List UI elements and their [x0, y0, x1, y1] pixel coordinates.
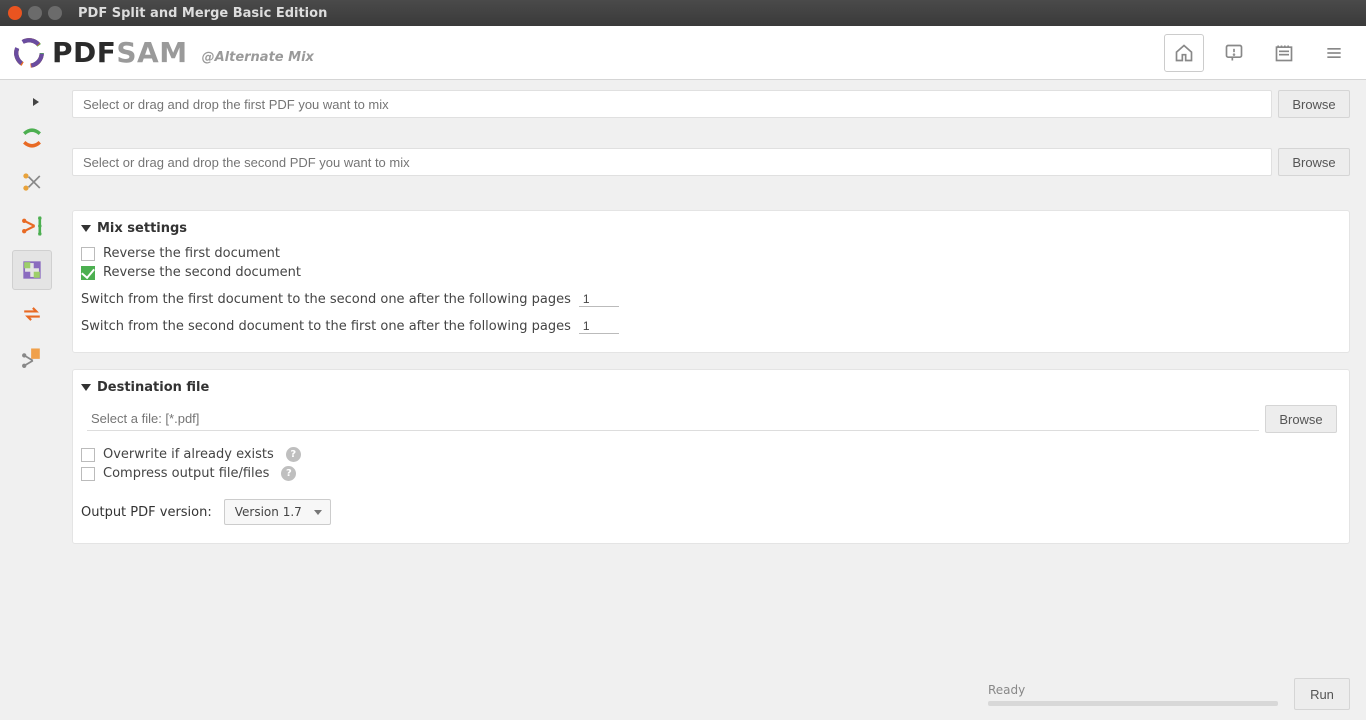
destination-browse-button[interactable]: Browse — [1265, 405, 1337, 433]
second-browse-button[interactable]: Browse — [1278, 148, 1350, 176]
window-title: PDF Split and Merge Basic Edition — [78, 6, 327, 21]
menu-button[interactable] — [1314, 34, 1354, 72]
destination-input[interactable] — [87, 407, 1259, 431]
window-maximize-icon[interactable] — [48, 6, 62, 20]
second-pdf-input[interactable] — [72, 148, 1272, 176]
reverse-first-label: Reverse the first document — [103, 246, 280, 261]
switch-first-label: Switch from the first document to the se… — [81, 292, 571, 307]
collapse-icon — [81, 384, 91, 391]
run-button[interactable]: Run — [1294, 678, 1350, 710]
app-logo: PDFSAM @Alternate Mix — [12, 36, 314, 70]
app-logo-text: PDFSAM — [52, 36, 188, 69]
tool-split[interactable] — [12, 162, 52, 202]
overwrite-label: Overwrite if already exists — [103, 447, 274, 462]
module-subtitle: @Alternate Mix — [202, 50, 314, 65]
destination-title: Destination file — [97, 380, 209, 395]
pdf-version-label: Output PDF version: — [81, 505, 212, 520]
switch-second-input[interactable] — [579, 319, 619, 334]
first-browse-button[interactable]: Browse — [1278, 90, 1350, 118]
status-text: Ready — [988, 683, 1025, 697]
mix-settings-title: Mix settings — [97, 221, 187, 236]
window-minimize-icon[interactable] — [28, 6, 42, 20]
pdf-version-select[interactable]: Version 1.7 — [224, 499, 331, 525]
compress-checkbox[interactable] — [81, 467, 95, 481]
second-file-row: Browse — [72, 148, 1350, 176]
tool-alternate-mix[interactable] — [12, 250, 52, 290]
mix-settings-header[interactable]: Mix settings — [81, 221, 1337, 236]
switch-first-input[interactable] — [579, 292, 619, 307]
tool-merge[interactable] — [12, 118, 52, 158]
help-icon[interactable]: ? — [281, 466, 296, 481]
compress-label: Compress output file/files — [103, 466, 269, 481]
sidebar-expand-handle[interactable] — [17, 90, 47, 114]
reverse-second-checkbox[interactable] — [81, 266, 95, 280]
news-button[interactable] — [1264, 34, 1304, 72]
first-pdf-input[interactable] — [72, 90, 1272, 118]
home-button[interactable] — [1164, 34, 1204, 72]
destination-panel: Destination file Browse Overwrite if alr… — [72, 369, 1350, 544]
tool-extract[interactable] — [12, 338, 52, 378]
window-titlebar: PDF Split and Merge Basic Edition — [0, 0, 1366, 26]
reverse-first-checkbox[interactable] — [81, 247, 95, 261]
destination-header[interactable]: Destination file — [81, 380, 1337, 395]
overwrite-checkbox[interactable] — [81, 448, 95, 462]
reverse-second-label: Reverse the second document — [103, 265, 301, 280]
sidebar — [0, 80, 64, 720]
window-close-icon[interactable] — [8, 6, 22, 20]
tool-rotate[interactable] — [12, 294, 52, 334]
tool-split-bookmarks[interactable] — [12, 206, 52, 246]
help-icon[interactable]: ? — [286, 447, 301, 462]
pdfsam-logo-icon — [12, 36, 46, 70]
main-content: Browse Browse Mix settings Reverse the f… — [64, 80, 1366, 720]
notifications-button[interactable] — [1214, 34, 1254, 72]
switch-second-label: Switch from the second document to the f… — [81, 319, 571, 334]
first-file-row: Browse — [72, 90, 1350, 118]
mix-settings-panel: Mix settings Reverse the first document … — [72, 210, 1350, 353]
progress-bar — [988, 701, 1278, 706]
app-header: PDFSAM @Alternate Mix — [0, 26, 1366, 80]
collapse-icon — [81, 225, 91, 232]
footer: Ready Run — [988, 678, 1350, 710]
